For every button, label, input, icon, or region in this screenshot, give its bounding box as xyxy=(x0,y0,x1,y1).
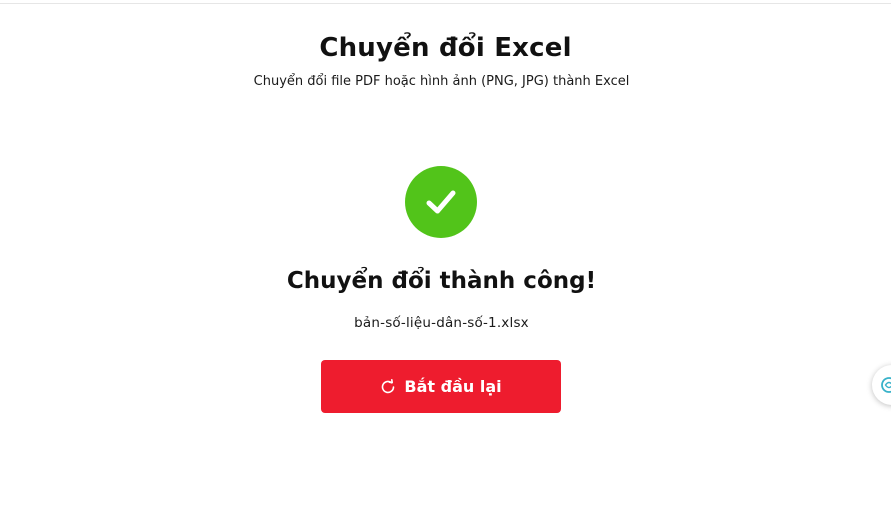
assistant-widget[interactable] xyxy=(872,365,891,405)
restart-button-label: Bắt đầu lại xyxy=(404,377,502,396)
converted-file-name: bản-số-liệu-dân-số-1.xlsx xyxy=(354,315,529,331)
checkmark-circle-icon xyxy=(405,166,477,238)
assistant-widget-icon xyxy=(881,377,891,393)
top-divider xyxy=(0,3,891,4)
page-title: Chuyển đổi Excel xyxy=(319,33,572,63)
checkmark-icon xyxy=(426,190,456,214)
page: Chuyển đổi Excel Chuyển đổi file PDF hoặ… xyxy=(0,0,891,522)
success-message: Chuyển đổi thành công! xyxy=(286,268,597,294)
refresh-icon xyxy=(380,378,396,395)
restart-button[interactable]: Bắt đầu lại xyxy=(321,360,561,413)
page-subtitle: Chuyển đổi file PDF hoặc hình ảnh (PNG, … xyxy=(253,74,630,89)
